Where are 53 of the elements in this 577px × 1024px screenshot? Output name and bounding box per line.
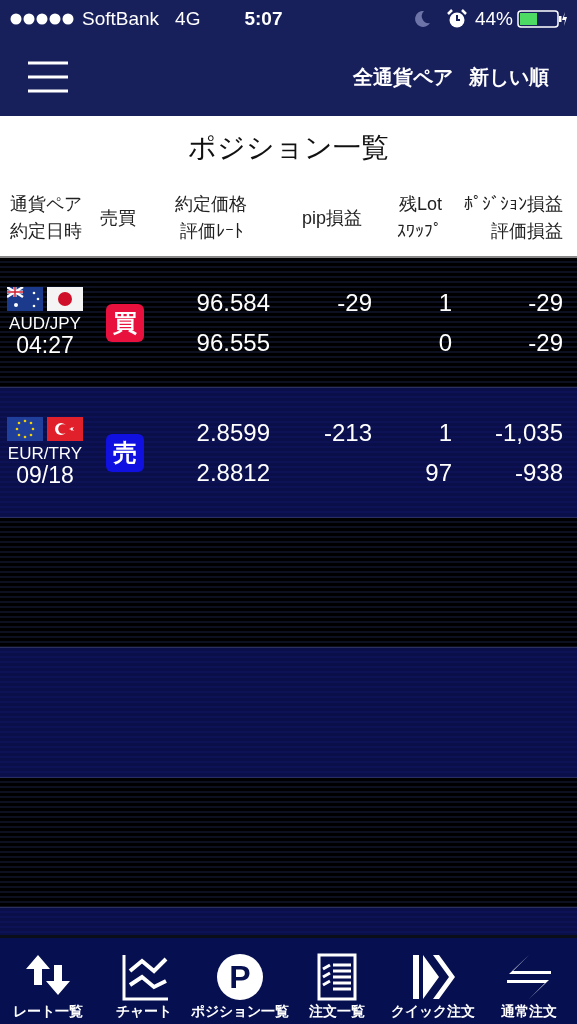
pip-profit-loss: -213: [322, 417, 372, 448]
eu-flag-icon: [7, 416, 43, 441]
valuation-profit-loss: -938: [513, 457, 563, 488]
trade-date: 04:27: [16, 333, 74, 359]
column-header: 残Lot: [397, 193, 442, 216]
tab-button[interactable]: 注文一覧: [288, 949, 385, 1024]
signal-icon: [10, 13, 74, 25]
column-header: 評価損益: [490, 220, 563, 243]
australia-flag-icon: [7, 286, 43, 311]
pip-profit-loss: -29: [336, 287, 372, 318]
column-header: ﾎﾟｼﾞｼｮﾝ損益: [463, 193, 563, 216]
currency-pair: AUD/JPY: [9, 314, 81, 334]
remaining-lot: 1: [437, 417, 452, 448]
contract-price: 96.584: [195, 287, 270, 318]
sort-button[interactable]: 新しい順: [469, 62, 549, 92]
valuation-rate: 2.8812: [195, 457, 270, 488]
column-header: 約定価格: [174, 193, 248, 216]
currency-pair: EUR/TRY: [7, 444, 83, 464]
swap-value: 0: [437, 327, 452, 358]
tab-button[interactable]: クイック注文: [384, 949, 481, 1024]
trade-side-badge: 買: [106, 303, 144, 342]
carrier-name: SoftBank: [82, 6, 160, 31]
contract-price: 2.8599: [195, 417, 270, 448]
japan-flag-icon: [47, 286, 83, 311]
tab-button[interactable]: レート一覧: [0, 949, 96, 1024]
column-header: 売買: [100, 206, 137, 230]
trade-date: 09/18: [16, 463, 74, 489]
remaining-lot: 1: [437, 287, 452, 318]
tab-button[interactable]: P ポジション一覧: [192, 949, 289, 1024]
column-header: 通貨ペア: [10, 193, 83, 216]
alarm-icon: [446, 9, 467, 29]
battery-icon: [517, 10, 567, 28]
currency-filter-button[interactable]: 全通貨ペア: [353, 62, 453, 92]
column-header: 約定日時: [10, 220, 83, 243]
valuation-rate: 96.555: [195, 327, 270, 358]
moon-icon: [412, 10, 431, 28]
page-title: ポジション一覧: [188, 131, 389, 165]
column-header: 評価ﾚｰﾄ: [178, 220, 244, 243]
menu-button[interactable]: [28, 60, 68, 94]
trade-side-badge: 売: [106, 433, 144, 472]
battery-percent: 44%: [474, 6, 513, 31]
network-type: 4G: [175, 6, 201, 31]
tab-button[interactable]: 通常注文: [480, 949, 577, 1024]
position-profit-loss: -1,035: [493, 417, 563, 448]
column-header: pip損益: [300, 206, 362, 230]
column-header: ｽﾜｯﾌﾟ: [396, 220, 442, 243]
swap-value: 97: [424, 457, 452, 488]
p-circle-icon: P: [216, 953, 265, 1001]
position-profit-loss: -29: [527, 287, 563, 318]
turkey-flag-icon: [47, 416, 83, 441]
valuation-profit-loss: -29: [527, 327, 563, 358]
clock-time: 5:07: [244, 6, 283, 31]
line-chart-icon: [120, 953, 169, 1001]
